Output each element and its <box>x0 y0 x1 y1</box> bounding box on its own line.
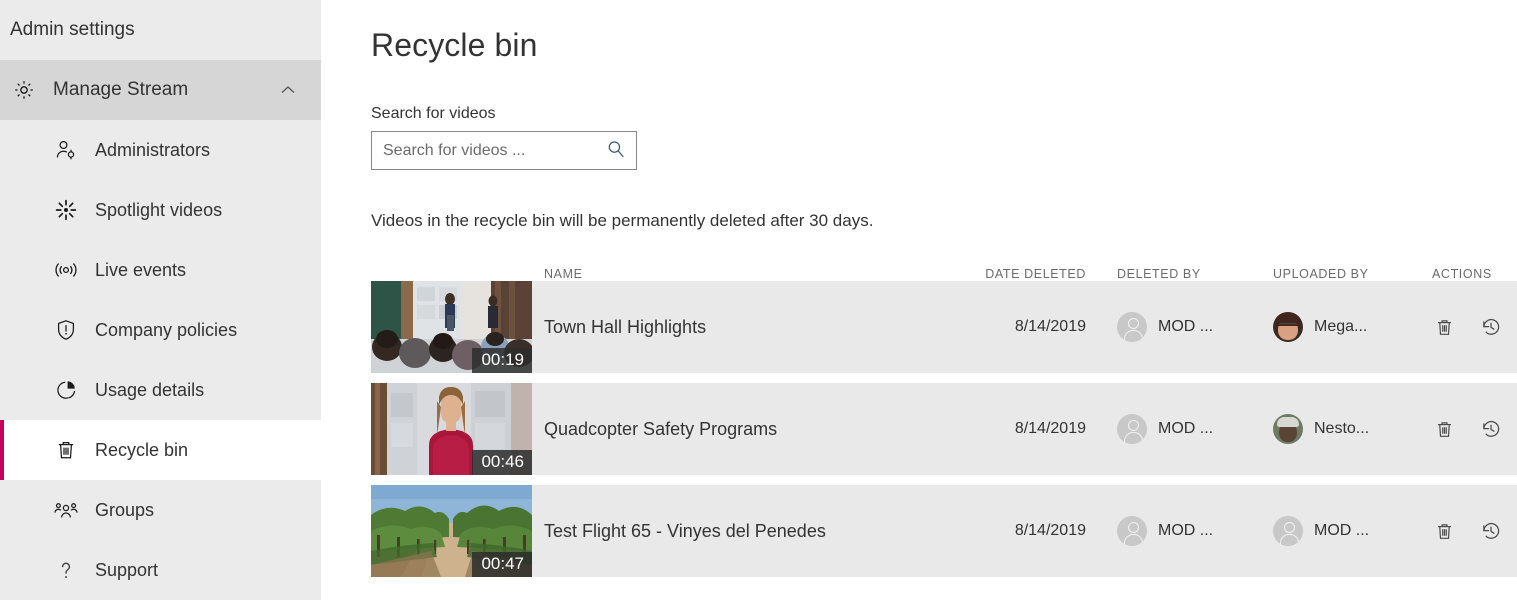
sidebar-item-recycle-bin[interactable]: Recycle bin <box>0 420 321 480</box>
sidebar-item-groups[interactable]: Groups <box>0 480 321 540</box>
restore-icon[interactable] <box>1479 315 1503 339</box>
sidebar-item-spotlight-videos[interactable]: Spotlight videos <box>0 180 321 240</box>
video-name[interactable]: Test Flight 65 - Vinyes del Penedes <box>532 521 928 542</box>
sidebar-item-administrators[interactable]: Administrators <box>0 120 321 180</box>
uploaded-by-name: Mega... <box>1314 318 1368 335</box>
uploaded-by: Nesto... <box>1246 414 1402 444</box>
video-thumbnail[interactable]: 00:47 <box>371 485 532 577</box>
sidebar-item-label: Usage details <box>95 379 205 400</box>
deleted-by-name: MOD ... <box>1158 318 1214 335</box>
deleted-by-name: MOD ... <box>1158 420 1214 437</box>
retention-notice: Videos in the recycle bin will be perman… <box>371 211 874 230</box>
column-header-deleted-by: DELETED BY <box>1117 267 1201 281</box>
uploaded-by-name: Nesto... <box>1314 420 1370 437</box>
uploaded-by: Mega... <box>1246 312 1402 342</box>
sidebar-item-usage-details[interactable]: Usage details <box>0 360 321 420</box>
people-icon <box>53 497 79 523</box>
gear-icon <box>11 77 37 103</box>
uploaded-by-name: MOD ... <box>1314 522 1370 539</box>
admin-settings-label: Admin settings <box>10 19 135 40</box>
avatar <box>1273 516 1303 546</box>
date-deleted: 8/14/2019 <box>1014 522 1086 539</box>
admin-settings-header: Admin settings <box>0 0 321 60</box>
deleted-by: MOD ... <box>1086 414 1246 444</box>
sidebar: Admin settings Manage Stream Administrat… <box>0 0 321 600</box>
sidebar-item-label: Spotlight videos <box>95 199 223 220</box>
uploaded-by: MOD ... <box>1246 516 1402 546</box>
question-mark-icon <box>53 557 79 583</box>
sidebar-item-label: Live events <box>95 259 187 280</box>
table-row[interactable]: 00:46 Quadcopter Safety Programs 8/14/20… <box>371 383 1517 475</box>
column-header-date-deleted: DATE DELETED <box>985 267 1086 281</box>
restore-icon[interactable] <box>1479 417 1503 441</box>
sidebar-item-label: Support <box>95 559 159 580</box>
sidebar-item-label: Company policies <box>95 319 238 340</box>
spotlight-icon <box>53 197 79 223</box>
row-actions <box>1402 417 1517 441</box>
admin-settings-page: Admin settings Manage Stream Administrat… <box>0 0 1517 600</box>
search-box[interactable] <box>371 131 637 170</box>
avatar <box>1117 516 1147 546</box>
page-title: Recycle bin <box>371 27 538 63</box>
video-duration: 00:46 <box>472 450 532 475</box>
deleted-by-name: MOD ... <box>1158 522 1214 539</box>
table-header-row: NAME DATE DELETED DELETED BY UPLOADED BY… <box>371 255 1517 281</box>
sidebar-item-live-events[interactable]: Live events <box>0 240 321 300</box>
video-name[interactable]: Town Hall Highlights <box>532 317 928 338</box>
restore-icon[interactable] <box>1479 519 1503 543</box>
video-thumbnail[interactable]: 00:46 <box>371 383 532 475</box>
date-deleted: 8/14/2019 <box>1014 318 1086 335</box>
table-row[interactable]: 00:47 Test Flight 65 - Vinyes del Penede… <box>371 485 1517 577</box>
sidebar-item-label: Recycle bin <box>95 439 189 460</box>
row-actions <box>1402 519 1517 543</box>
delete-permanently-icon[interactable] <box>1432 315 1456 339</box>
video-duration: 00:19 <box>472 348 532 373</box>
video-thumbnail[interactable]: 00:19 <box>371 281 532 373</box>
column-header-actions: ACTIONS <box>1432 267 1492 281</box>
sidebar-item-label: Groups <box>95 499 155 520</box>
deleted-by: MOD ... <box>1086 312 1246 342</box>
column-header-uploaded-by: UPLOADED BY <box>1273 267 1369 281</box>
delete-permanently-icon[interactable] <box>1432 519 1456 543</box>
table-row[interactable]: 00:19 Town Hall Highlights 8/14/2019 MOD… <box>371 281 1517 373</box>
search-label: Search for videos <box>371 105 496 122</box>
person-settings-icon <box>53 137 79 163</box>
sidebar-section-manage-stream[interactable]: Manage Stream <box>0 60 321 120</box>
avatar <box>1117 414 1147 444</box>
recycle-bin-table: NAME DATE DELETED DELETED BY UPLOADED BY… <box>371 255 1517 577</box>
shield-alert-icon <box>53 317 79 343</box>
chevron-up-icon[interactable] <box>277 79 299 101</box>
delete-permanently-icon[interactable] <box>1432 417 1456 441</box>
date-deleted: 8/14/2019 <box>1014 420 1086 437</box>
search-input[interactable] <box>372 132 596 169</box>
sidebar-item-company-policies[interactable]: Company policies <box>0 300 321 360</box>
pie-chart-icon <box>53 377 79 403</box>
sidebar-item-label: Administrators <box>95 139 211 160</box>
video-duration: 00:47 <box>472 552 532 577</box>
sidebar-item-support[interactable]: Support <box>0 540 321 600</box>
search-icon <box>606 139 626 162</box>
sidebar-section-label: Manage Stream <box>53 79 189 100</box>
trash-icon <box>53 437 79 463</box>
row-actions <box>1402 315 1517 339</box>
avatar <box>1273 414 1303 444</box>
search-button[interactable] <box>596 132 636 169</box>
main-content: Recycle bin Search for videos Videos in … <box>321 0 1517 600</box>
video-name[interactable]: Quadcopter Safety Programs <box>532 419 928 440</box>
column-header-name: NAME <box>544 267 583 281</box>
avatar <box>1273 312 1303 342</box>
avatar <box>1117 312 1147 342</box>
broadcast-icon <box>53 257 79 283</box>
deleted-by: MOD ... <box>1086 516 1246 546</box>
